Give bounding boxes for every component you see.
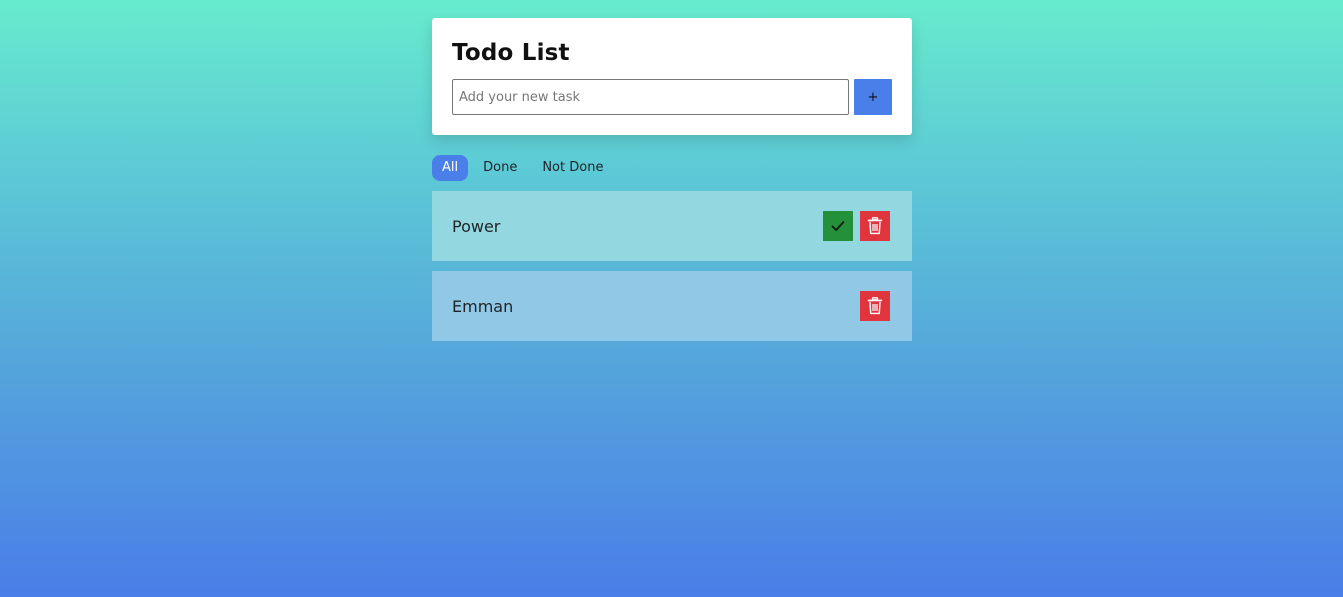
filter-tabs: All Done Not Done	[432, 155, 912, 181]
trash-icon	[867, 217, 883, 235]
task-item: Emman	[432, 271, 912, 341]
task-list: Power Emman	[432, 191, 912, 341]
todo-app: Todo List + All Done Not Done Power	[432, 18, 912, 351]
check-icon	[831, 221, 845, 231]
new-task-input[interactable]	[452, 79, 849, 115]
new-task-row: +	[452, 79, 892, 115]
page-title: Todo List	[452, 40, 570, 66]
add-task-button[interactable]: +	[854, 79, 892, 115]
task-label: Power	[452, 216, 501, 236]
delete-task-button[interactable]	[860, 291, 890, 321]
filter-all[interactable]: All	[432, 155, 469, 181]
task-item: Power	[432, 191, 912, 261]
filter-not-done[interactable]: Not Done	[532, 155, 613, 181]
delete-task-button[interactable]	[860, 211, 890, 241]
task-actions	[860, 291, 890, 321]
filter-done[interactable]: Done	[473, 155, 527, 181]
task-label: Emman	[452, 296, 514, 316]
task-actions	[823, 211, 890, 241]
trash-icon	[867, 297, 883, 315]
todo-header-card: Todo List +	[432, 18, 912, 135]
mark-done-button[interactable]	[823, 211, 853, 241]
